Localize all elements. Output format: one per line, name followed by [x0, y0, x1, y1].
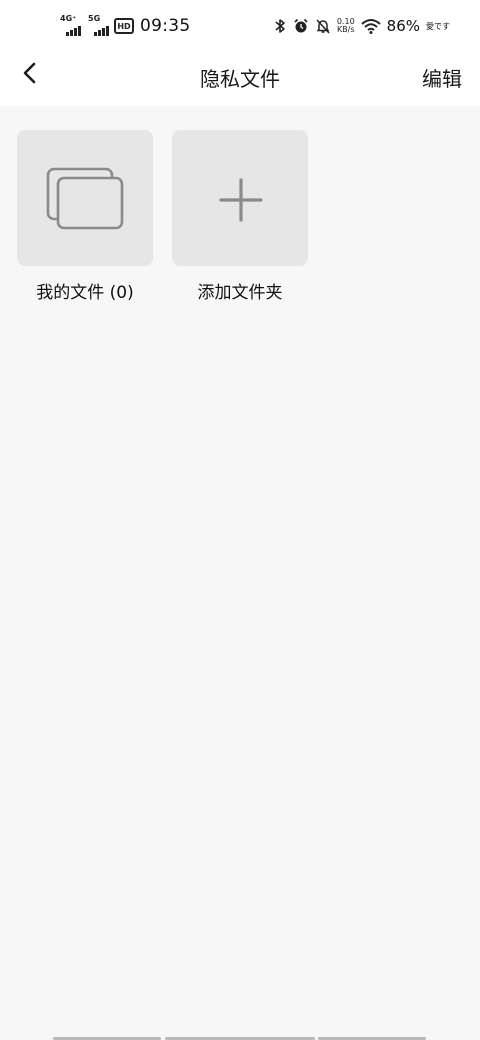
- bluetooth-icon: [275, 19, 285, 33]
- edit-button[interactable]: 编辑: [422, 63, 462, 92]
- status-bar-right: 0.10 KB/s 86% 愛です: [273, 14, 450, 38]
- folder-thumbnail: [17, 130, 153, 266]
- network-speed: 0.10 KB/s: [337, 18, 355, 34]
- battery-level: 86%: [386, 17, 420, 35]
- clock: 09:35: [140, 16, 191, 36]
- plus-icon: [219, 178, 263, 222]
- page-title: 隐私文件: [200, 67, 280, 91]
- gesture-nav-bar: [0, 1034, 480, 1040]
- network-type-2: 5G: [88, 14, 101, 23]
- signal-5g-icon: 5G: [86, 15, 110, 37]
- folder-grid: 我的文件 (0) 添加文件夹: [0, 106, 480, 1040]
- wifi-icon: [360, 19, 381, 34]
- carrier-label: 愛です: [426, 21, 450, 31]
- add-folder-label: 添加文件夹: [197, 283, 283, 303]
- hd-voice-badge: HD: [114, 18, 134, 34]
- mute-bell-icon: [316, 19, 330, 34]
- alarm-icon: [294, 18, 308, 33]
- status-bar: 4G⁺ 5G HD 09:35 0.10 KB/s 86% 愛です: [0, 0, 480, 52]
- status-bar-left: 4G⁺ 5G HD 09:35: [58, 14, 191, 38]
- folder-label: 我的文件 (0): [36, 283, 134, 303]
- signal-4g-icon: 4G⁺: [58, 15, 82, 37]
- network-speed-unit: KB/s: [336, 25, 355, 34]
- add-folder-button[interactable]: 添加文件夹: [172, 130, 308, 303]
- folder-my-files[interactable]: 我的文件 (0): [17, 130, 153, 303]
- app-header: 隐私文件 编辑: [0, 52, 480, 106]
- network-type-1: 4G⁺: [60, 14, 77, 23]
- add-folder-thumbnail: [172, 130, 308, 266]
- folder-stack-icon: [46, 167, 124, 230]
